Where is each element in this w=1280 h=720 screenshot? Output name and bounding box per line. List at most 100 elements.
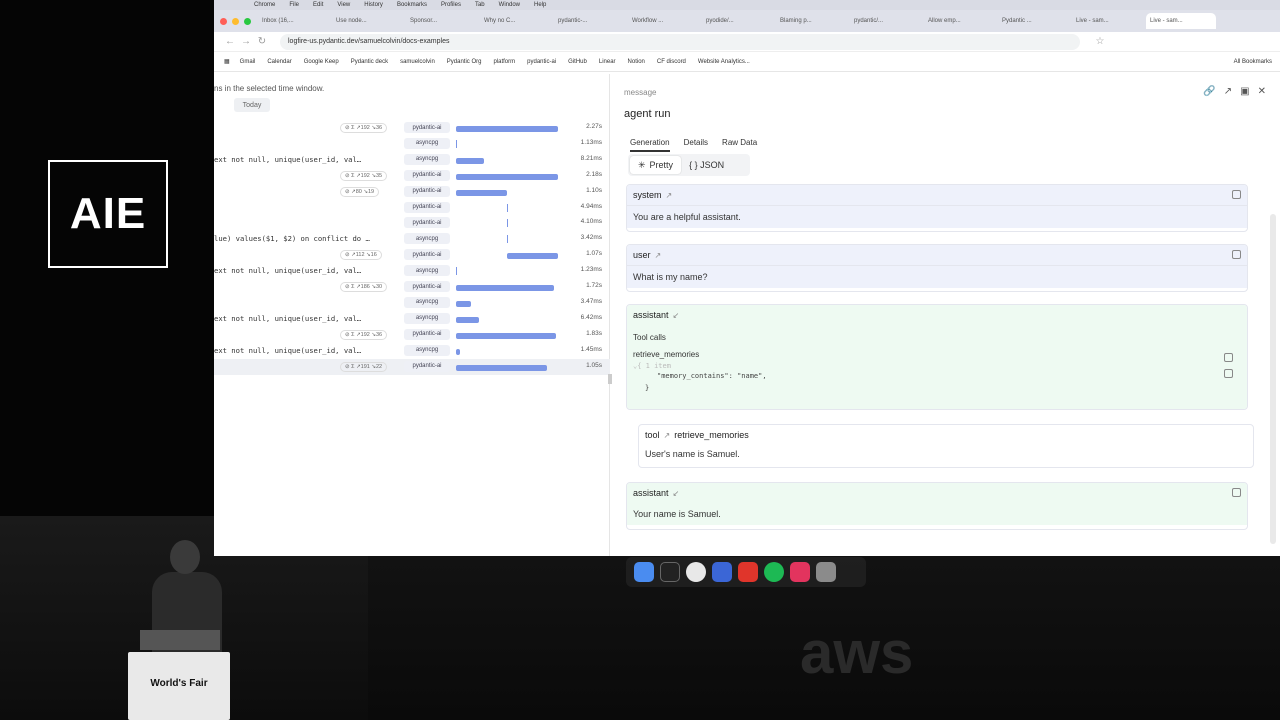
- tab-details[interactable]: Details: [684, 138, 708, 152]
- menu-item[interactable]: File: [289, 2, 299, 8]
- trace-row[interactable]: ⊘ ↗112 ↘16 pydantic-ai 1.07s: [214, 247, 610, 263]
- browser-tab[interactable]: pydantic-...: [554, 13, 626, 29]
- trace-row[interactable]: ⊘ Σ ↗192 ↘36 pydantic-ai 1.83s: [214, 327, 610, 343]
- forward-icon[interactable]: →: [238, 36, 254, 47]
- bookmark-item[interactable]: Pydantic deck: [351, 59, 388, 65]
- minimize-window-button[interactable]: [232, 17, 239, 25]
- finder-icon[interactable]: [634, 562, 654, 582]
- bookmark-star-icon[interactable]: ☆: [1092, 36, 1108, 47]
- scrollbar[interactable]: [1270, 214, 1276, 544]
- copy-icon[interactable]: [1232, 488, 1241, 497]
- pane-resize-handle[interactable]: [608, 374, 612, 384]
- external-link-icon[interactable]: ↗: [1224, 86, 1232, 97]
- menu-item[interactable]: History: [364, 2, 383, 8]
- bookmark-item[interactable]: Pydantic Org: [447, 59, 482, 65]
- apps-grid-icon[interactable]: ▦: [224, 58, 230, 65]
- browser-tab[interactable]: Live - sam...: [1072, 13, 1144, 29]
- pretty-toggle[interactable]: ✳ Pretty: [630, 156, 682, 174]
- url-input[interactable]: logfire-us.pydantic.dev/samuelcolvin/doc…: [280, 33, 1080, 50]
- browser-tab[interactable]: Allow emp...: [924, 13, 996, 29]
- bookmark-item[interactable]: samuelcolvin: [400, 59, 435, 65]
- trash-icon[interactable]: [816, 562, 836, 582]
- copy-icon[interactable]: [1224, 369, 1233, 378]
- reload-icon[interactable]: ↻: [254, 36, 270, 47]
- service-tag: asyncpg: [404, 344, 450, 356]
- maximize-window-button[interactable]: [244, 17, 251, 25]
- trace-row[interactable]: asyncpg 3.47ms: [214, 295, 610, 311]
- trace-row[interactable]: lue) values($1, $2) on conflict do … asyn…: [214, 231, 610, 247]
- role-label: user: [633, 250, 651, 260]
- json-toggle[interactable]: { } JSON: [681, 156, 732, 174]
- menu-item[interactable]: Chrome: [254, 2, 275, 8]
- tab-raw-data[interactable]: Raw Data: [722, 138, 757, 152]
- copy-icon[interactable]: [1232, 250, 1241, 259]
- menu-item[interactable]: Edit: [313, 2, 323, 8]
- browser-tab[interactable]: Live - sam...: [1146, 13, 1216, 29]
- trace-row[interactable]: ⊘ Σ ↗191 ↘22 pydantic-ai 1.05s: [214, 358, 610, 375]
- menu-item[interactable]: View: [337, 2, 350, 8]
- duration-tick: [456, 139, 457, 148]
- trace-row[interactable]: ⊘ Σ ↗192 ↘36 pydantic-ai 2.27s: [214, 120, 610, 136]
- trace-row[interactable]: ⊘ ↗80 ↘19 pydantic-ai 1.10s: [214, 184, 610, 200]
- collapse-arrow-icon[interactable]: ↗: [664, 431, 671, 440]
- browser-tab[interactable]: Why no C...: [480, 13, 552, 29]
- parallels-icon[interactable]: [738, 562, 758, 582]
- bookmark-item[interactable]: Linear: [599, 59, 616, 65]
- bookmark-item[interactable]: Calendar: [267, 59, 291, 65]
- browser-tab[interactable]: Blaming p...: [776, 13, 848, 29]
- trace-row[interactable]: ⊘ Σ ↗186 ↘30 pydantic-ai 1.72s: [214, 279, 610, 295]
- copy-icon[interactable]: [1224, 353, 1233, 362]
- terminal-icon[interactable]: [660, 562, 680, 582]
- user-message-header: user ↗: [627, 245, 1247, 265]
- assistant-message-text: Your name is Samuel.: [627, 503, 1247, 525]
- menu-item[interactable]: Profiles: [441, 2, 461, 8]
- menu-item[interactable]: Tab: [475, 2, 485, 8]
- trace-row[interactable]: ext not null, unique(user_id, val… asyncp…: [214, 311, 610, 327]
- trace-row[interactable]: pydantic-ai 4.94ms: [214, 200, 610, 216]
- bookmark-item[interactable]: GitHub: [568, 59, 587, 65]
- bookmark-item[interactable]: pydantic-ai: [527, 59, 556, 65]
- json-fold-toggle[interactable]: ⌄{ 1 item: [633, 362, 1241, 370]
- today-button[interactable]: Today: [234, 98, 270, 112]
- bookmark-item[interactable]: Google Keep: [304, 59, 339, 65]
- back-icon[interactable]: ←: [222, 36, 238, 47]
- json-close-brace: }: [645, 384, 650, 392]
- collapse-arrow-icon[interactable]: ↙: [673, 311, 680, 320]
- copy-icon[interactable]: [1232, 190, 1241, 199]
- link-icon[interactable]: 🔗: [1203, 86, 1215, 97]
- bookmark-item[interactable]: Website Analytics...: [698, 59, 750, 65]
- service-tag: asyncpg: [404, 265, 450, 277]
- menu-item[interactable]: Window: [499, 2, 520, 8]
- all-bookmarks[interactable]: All Bookmarks: [1234, 59, 1272, 65]
- bookmark-item[interactable]: Gmail: [240, 59, 256, 65]
- expand-icon[interactable]: ▣: [1240, 86, 1249, 97]
- spotify-icon[interactable]: [764, 562, 784, 582]
- trace-row[interactable]: asyncpg 1.13ms: [214, 136, 610, 152]
- slack-icon[interactable]: [790, 562, 810, 582]
- editor-icon[interactable]: [712, 562, 732, 582]
- menu-item[interactable]: Help: [534, 2, 546, 8]
- close-icon[interactable]: ✕: [1258, 86, 1266, 97]
- bookmark-item[interactable]: Notion: [628, 59, 645, 65]
- bookmark-item[interactable]: CF discord: [657, 59, 686, 65]
- collapse-arrow-icon[interactable]: ↗: [666, 191, 673, 200]
- browser-tab[interactable]: pyodide/...: [702, 13, 774, 29]
- collapse-arrow-icon[interactable]: ↙: [673, 489, 680, 498]
- trace-row[interactable]: ⊘ Σ ↗192 ↘35 pydantic-ai 2.18s: [214, 168, 610, 184]
- browser-tab[interactable]: Pydantic ...: [998, 13, 1070, 29]
- trace-row[interactable]: ext not null, unique(user_id, val… asyncp…: [214, 263, 610, 279]
- bookmark-item[interactable]: platform: [493, 59, 515, 65]
- trace-row[interactable]: ext not null, unique(user_id, val… asyncp…: [214, 152, 610, 168]
- browser-tab[interactable]: Workflow ...: [628, 13, 700, 29]
- browser-tab[interactable]: Inbox (16,...: [258, 13, 330, 29]
- collapse-arrow-icon[interactable]: ↗: [655, 251, 662, 260]
- close-window-button[interactable]: [220, 17, 227, 25]
- browser-tab[interactable]: Sponsor...: [406, 13, 478, 29]
- trace-row[interactable]: pydantic-ai 4.10ms: [214, 215, 610, 231]
- trace-row[interactable]: ext not null, unique(user_id, val… asyncp…: [214, 343, 610, 359]
- browser-tab[interactable]: Use node...: [332, 13, 404, 29]
- menu-item[interactable]: Bookmarks: [397, 2, 427, 8]
- chrome-icon[interactable]: [686, 562, 706, 582]
- browser-tab[interactable]: pydantic/...: [850, 13, 922, 29]
- tab-generation[interactable]: Generation: [630, 138, 670, 152]
